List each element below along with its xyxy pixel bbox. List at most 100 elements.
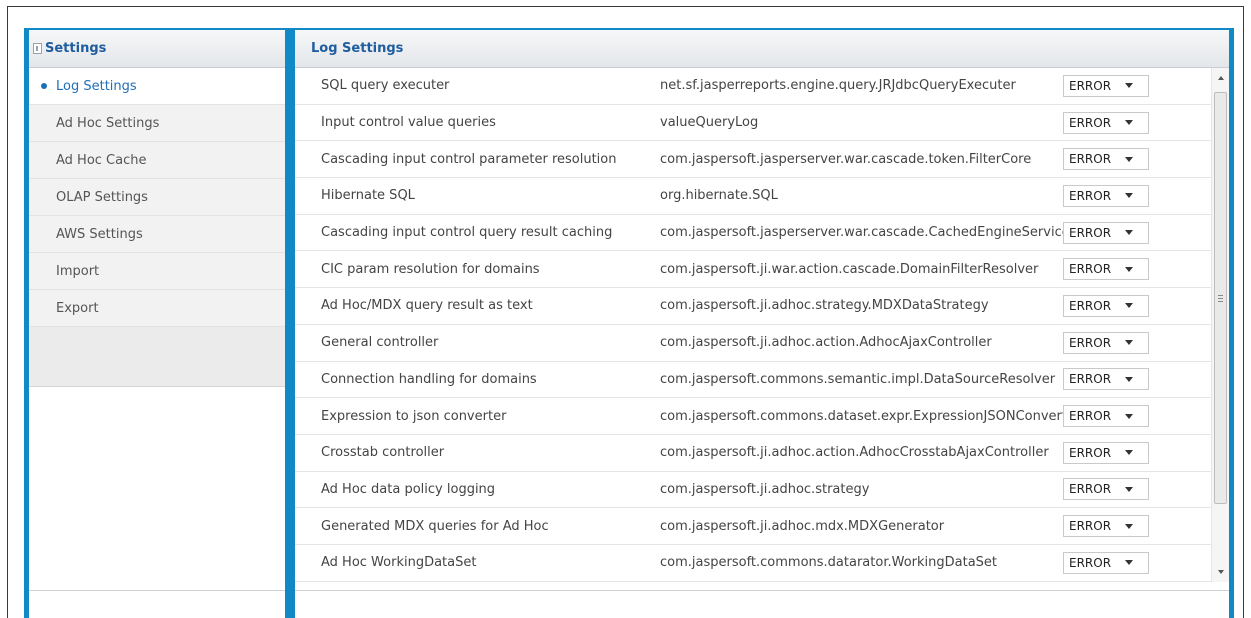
logger-class-name: com.jaspersoft.jasperserver.war.cascade.…: [660, 225, 1065, 241]
table-row: Connection handling for domains com.jaspe…: [295, 362, 1211, 399]
log-level-select[interactable]: ERROR: [1063, 478, 1149, 501]
table-row: Cascading input control parameter resolu…: [295, 141, 1211, 179]
settings-panel: Settings Log Settings Ad Hoc Settings Ad…: [24, 28, 290, 618]
log-level-select[interactable]: ERROR: [1063, 515, 1149, 538]
sidebar-item-export[interactable]: Export: [29, 290, 285, 327]
sidebar-item-label: Ad Hoc Cache: [56, 152, 147, 168]
page-title: Log Settings: [311, 41, 404, 56]
log-level-value: ERROR: [1069, 409, 1112, 424]
logger-description: General controller: [321, 335, 439, 351]
sidebar-item-label: OLAP Settings: [56, 189, 148, 205]
logger-class-name: com.jaspersoft.ji.adhoc.action.AdhocCros…: [660, 445, 1049, 461]
scroll-down-button[interactable]: [1212, 564, 1229, 580]
table-row: General controller com.jaspersoft.ji.adho…: [295, 325, 1211, 362]
sidebar-item-label: Log Settings: [56, 78, 137, 94]
sidebar-item-ad-hoc-settings[interactable]: Ad Hoc Settings: [29, 105, 285, 142]
collapse-icon[interactable]: [33, 43, 42, 54]
table-row: Generated MDX queries for Ad Hoc com.jasp…: [295, 508, 1211, 545]
logger-class-name: com.jaspersoft.ji.adhoc.strategy: [660, 481, 870, 497]
log-level-value: ERROR: [1069, 78, 1112, 93]
vertical-scrollbar[interactable]: [1211, 68, 1229, 582]
log-level-select[interactable]: ERROR: [1063, 551, 1149, 574]
log-level-select[interactable]: ERROR: [1063, 258, 1149, 281]
logger-description: Cascading input control query result cac…: [321, 225, 613, 241]
chevron-down-icon: [1125, 230, 1133, 236]
chevron-down-icon: [1125, 560, 1133, 566]
settings-title: Settings: [45, 41, 107, 56]
grip-icon: [1218, 294, 1223, 302]
log-level-select[interactable]: ERROR: [1063, 148, 1149, 171]
sidebar-item-olap-settings[interactable]: OLAP Settings: [29, 179, 285, 216]
chevron-down-icon: [1125, 83, 1133, 89]
logger-class-name: net.sf.jasperreports.engine.query.JRJdbc…: [660, 78, 1016, 94]
table-row: CIC param resolution for domains com.jasp…: [295, 251, 1211, 289]
sidebar-item-ad-hoc-cache[interactable]: Ad Hoc Cache: [29, 142, 285, 179]
logger-class-name: com.jaspersoft.ji.adhoc.action.AdhocAjax…: [660, 335, 992, 351]
logger-description: Expression to json converter: [321, 408, 507, 424]
log-level-value: ERROR: [1069, 519, 1112, 534]
log-level-select[interactable]: ERROR: [1063, 221, 1149, 244]
logger-class-name: valueQueryLog: [660, 115, 759, 131]
chevron-down-icon: [1125, 193, 1133, 199]
chevron-down-icon: [1125, 486, 1133, 492]
table-row: Expression to json converter com.jasperso…: [295, 398, 1211, 435]
log-level-value: ERROR: [1069, 262, 1112, 277]
log-level-select[interactable]: ERROR: [1063, 74, 1149, 97]
sidebar-item-label: Import: [56, 263, 100, 279]
sidebar-item-label: AWS Settings: [56, 226, 143, 242]
sidebar-item-label: Export: [56, 300, 99, 316]
table-row: Hibernate SQL org.hibernate.SQL ERROR: [295, 178, 1211, 215]
log-level-select[interactable]: ERROR: [1063, 184, 1149, 207]
settings-nav: Log Settings Ad Hoc Settings Ad Hoc Cach…: [29, 68, 285, 387]
table-row: Ad Hoc data policy logging com.jaspersoft…: [295, 472, 1211, 509]
logger-class-name: com.jaspersoft.ji.war.action.cascade.Dom…: [660, 261, 1039, 277]
log-level-value: ERROR: [1069, 115, 1112, 130]
table-row: Cascading input control query result cac…: [295, 215, 1211, 252]
log-level-select[interactable]: ERROR: [1063, 405, 1149, 428]
chevron-down-icon: [1125, 340, 1133, 346]
chevron-down-icon: [1125, 523, 1133, 529]
chevron-down-icon: [1125, 376, 1133, 382]
log-level-select[interactable]: ERROR: [1063, 331, 1149, 354]
logger-class-name: com.jaspersoft.ji.adhoc.mdx.MDXGenerator: [660, 518, 945, 534]
log-settings-footer: [295, 590, 1229, 618]
log-level-select[interactable]: ERROR: [1063, 111, 1149, 134]
scroll-up-button[interactable]: [1212, 70, 1229, 86]
log-level-value: ERROR: [1069, 445, 1112, 460]
table-row: Ad Hoc WorkingDataSet com.jaspersoft.comm…: [295, 545, 1211, 582]
sidebar-item-aws-settings[interactable]: AWS Settings: [29, 216, 285, 253]
log-level-select[interactable]: ERROR: [1063, 294, 1149, 317]
logger-class-name: com.jaspersoft.jasperserver.war.cascade.…: [660, 151, 1032, 167]
logger-description: Ad Hoc data policy logging: [321, 481, 496, 497]
logger-description: Crosstab controller: [321, 445, 445, 461]
log-settings-header: Log Settings: [295, 30, 1229, 68]
logger-class-name: com.jaspersoft.commons.datarator.Working…: [660, 555, 998, 571]
chevron-down-icon: [1125, 413, 1133, 419]
chevron-down-icon: [1125, 156, 1133, 162]
logger-description: CIC param resolution for domains: [321, 261, 540, 277]
log-level-value: ERROR: [1069, 152, 1112, 167]
log-level-select[interactable]: ERROR: [1063, 441, 1149, 464]
log-level-select[interactable]: ERROR: [1063, 368, 1149, 391]
sidebar-item-label: Ad Hoc Settings: [56, 115, 160, 131]
logger-class-name: org.hibernate.SQL: [660, 188, 778, 204]
log-level-value: ERROR: [1069, 335, 1112, 350]
logger-class-name: com.jaspersoft.commons.semantic.impl.Dat…: [660, 371, 1056, 387]
logger-description: Cascading input control parameter resolu…: [321, 151, 617, 167]
arrow-up-icon: [1217, 76, 1224, 80]
log-level-value: ERROR: [1069, 482, 1112, 497]
logger-description: Ad Hoc/MDX query result as text: [321, 298, 533, 314]
chevron-down-icon: [1125, 120, 1133, 126]
active-bullet-icon: [41, 83, 47, 89]
sidebar-item-log-settings[interactable]: Log Settings: [29, 68, 285, 105]
logger-description: Connection handling for domains: [321, 371, 537, 387]
table-row: SQL query executer net.sf.jasperreports.e…: [295, 68, 1211, 105]
settings-panel-header: Settings: [29, 30, 285, 68]
log-level-value: ERROR: [1069, 298, 1112, 313]
table-row: Input control value queries valueQueryLog…: [295, 105, 1211, 142]
sidebar-item-import[interactable]: Import: [29, 253, 285, 290]
arrow-down-icon: [1217, 570, 1224, 574]
log-level-value: ERROR: [1069, 225, 1112, 240]
scroll-thumb[interactable]: [1214, 92, 1227, 504]
logger-description: SQL query executer: [321, 78, 450, 94]
